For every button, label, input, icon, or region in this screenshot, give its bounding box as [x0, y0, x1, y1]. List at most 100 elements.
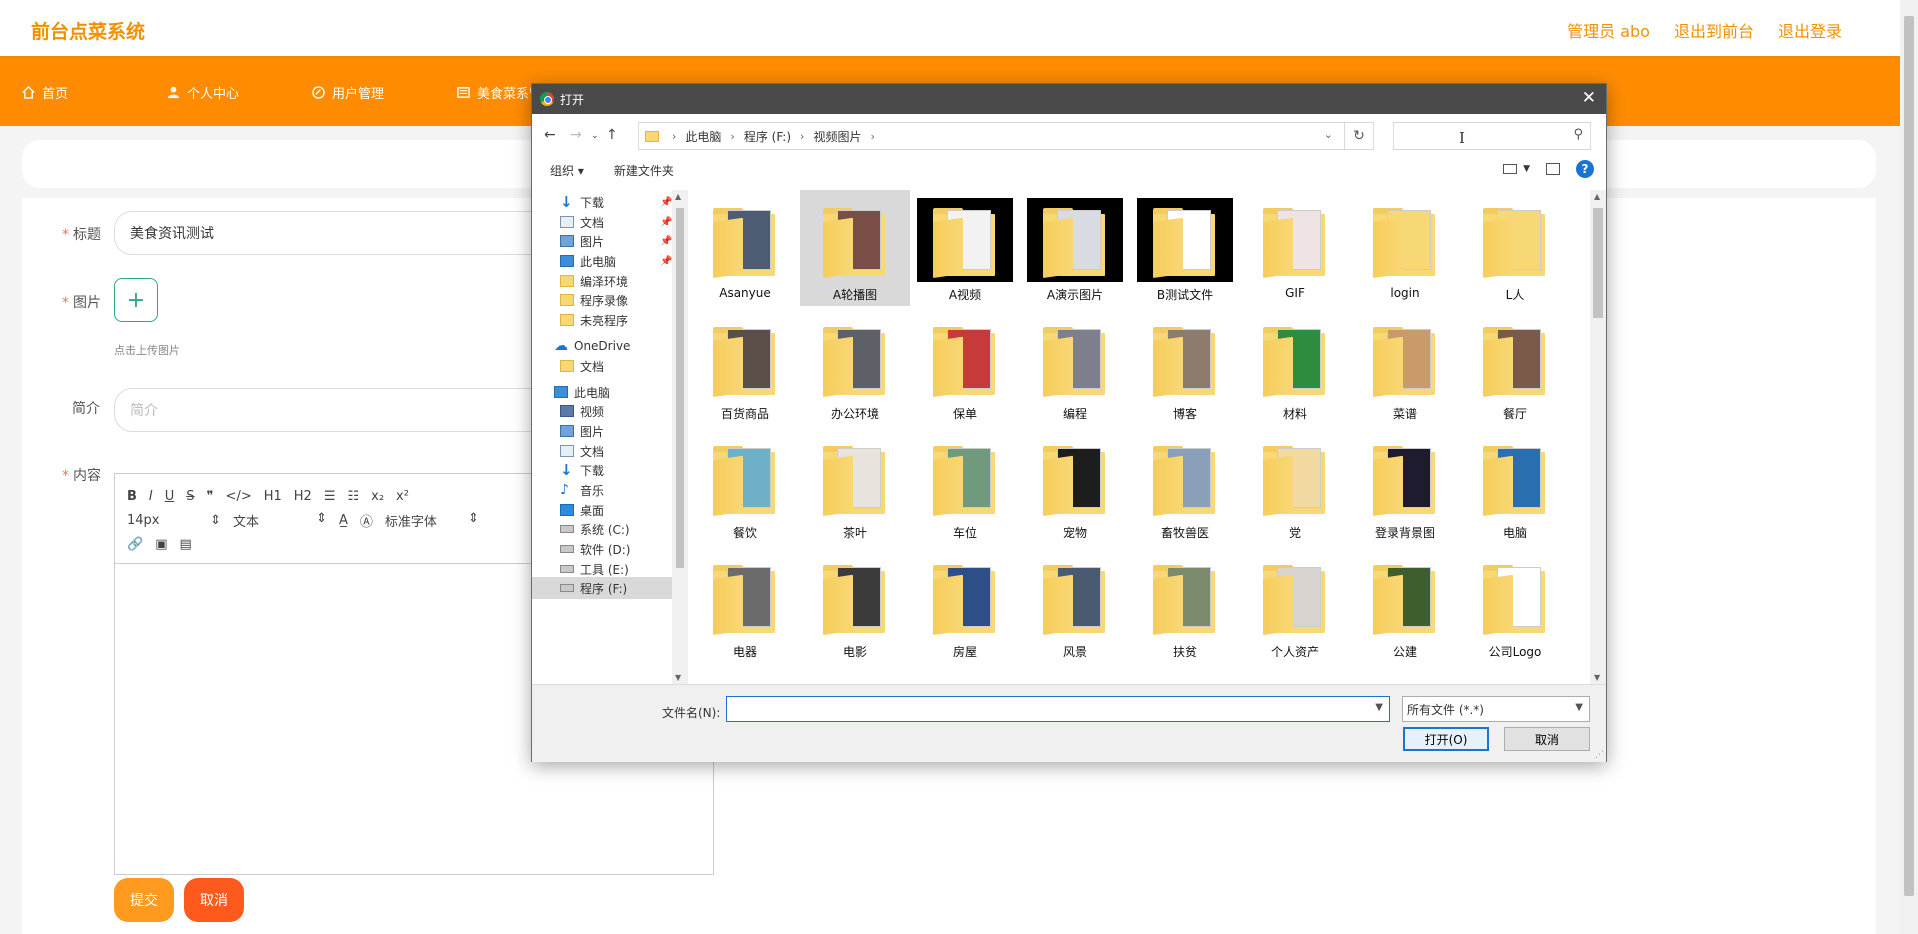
nav-tree-item[interactable]: 图片 📌 — [532, 230, 672, 252]
font-color-icon[interactable]: A̲ — [339, 513, 348, 528]
text-style-select[interactable]: 文本 ⇕ — [233, 511, 327, 530]
page-scroll-thumb[interactable] — [1904, 16, 1914, 896]
folder-item[interactable]: 博客 — [1130, 309, 1240, 425]
folder-item[interactable]: A演示图片 — [1020, 190, 1130, 306]
organize-menu[interactable]: 组织 ▾ — [550, 162, 584, 179]
preview-pane-icon[interactable] — [1546, 163, 1560, 175]
folder-item[interactable]: Asanyue — [690, 190, 800, 306]
address-dropdown-icon[interactable]: ⌄ — [1324, 128, 1333, 141]
link-icon[interactable]: 🔗 — [127, 537, 143, 552]
h2-icon[interactable]: H2 — [294, 489, 312, 504]
nav-tree-item[interactable]: 图片 — [532, 420, 672, 442]
help-icon[interactable]: ? — [1576, 160, 1594, 178]
chevron-down-icon[interactable]: ▼ — [1375, 702, 1383, 713]
view-mode-button[interactable]: ▼ — [1503, 164, 1530, 174]
nav-item-home[interactable]: 首页 — [22, 83, 167, 102]
folder-item[interactable]: 车位 — [910, 428, 1020, 544]
exit-to-front-link[interactable]: 退出到前台 — [1674, 18, 1754, 42]
folder-item[interactable]: 公建 — [1350, 547, 1460, 663]
folder-item[interactable]: 茶叶 — [800, 428, 910, 544]
nav-tree-item[interactable]: 程序 (F:) — [532, 577, 672, 599]
nav-tree-item[interactable]: 未亮程序 — [532, 309, 672, 331]
breadcrumb-this-pc[interactable]: 此电脑 — [685, 128, 721, 145]
folder-item[interactable]: 登录背景图 — [1350, 428, 1460, 544]
video-icon[interactable]: ▤ — [179, 537, 191, 552]
breadcrumb-drive-f[interactable]: 程序 (F:) — [744, 128, 791, 145]
folder-item[interactable]: 风景 — [1020, 547, 1130, 663]
address-bar[interactable]: › 此电脑 › 程序 (F:) › 视频图片 › ⌄ — [638, 122, 1374, 150]
folder-item[interactable]: 扶贫 — [1130, 547, 1240, 663]
cancel-form-button[interactable]: 取消 — [184, 878, 244, 922]
folder-item[interactable]: A视频 — [910, 190, 1020, 306]
folder-item[interactable]: 百货商品 — [690, 309, 800, 425]
folder-item[interactable]: L人 — [1460, 190, 1570, 306]
strike-icon[interactable]: S — [186, 489, 194, 504]
folder-item[interactable]: 餐饮 — [690, 428, 800, 544]
folder-item[interactable]: login — [1350, 190, 1460, 306]
folder-item[interactable]: 个人资产 — [1240, 547, 1350, 663]
bullet-list-icon[interactable]: ☷ — [347, 489, 359, 504]
nav-scroll-thumb[interactable] — [676, 208, 684, 568]
recent-dropdown-icon[interactable]: ⌄ — [591, 131, 599, 141]
admin-user-link[interactable]: 管理员 abo — [1567, 18, 1650, 42]
folder-item[interactable]: 编程 — [1020, 309, 1130, 425]
upload-image-button[interactable]: + — [114, 278, 158, 322]
up-arrow-icon[interactable]: ↑ — [606, 127, 618, 143]
font-family-select[interactable]: 标准字体 ⇕ — [385, 511, 479, 530]
folder-item[interactable]: B测试文件 — [1130, 190, 1240, 306]
nav-item-users[interactable]: 用户管理 — [312, 83, 457, 102]
folder-item[interactable]: 畜牧兽医 — [1130, 428, 1240, 544]
folder-item[interactable]: 宠物 — [1020, 428, 1130, 544]
nav-tree-item[interactable]: ↓ 下载 📌 — [532, 191, 672, 213]
new-folder-button[interactable]: 新建文件夹 — [614, 162, 674, 179]
back-arrow-icon[interactable]: ← — [544, 127, 556, 143]
quote-icon[interactable]: ❞ — [207, 489, 214, 504]
grid-scroll-thumb[interactable] — [1593, 208, 1603, 318]
close-icon[interactable]: ✕ — [1582, 88, 1596, 108]
nav-tree-item[interactable]: 文档 — [532, 355, 672, 377]
nav-tree-item[interactable]: 系统 (C:) — [532, 518, 672, 540]
nav-item-profile[interactable]: 个人中心 — [167, 83, 312, 102]
folder-item[interactable]: 电脑 — [1460, 428, 1570, 544]
logout-link[interactable]: 退出登录 — [1778, 18, 1842, 42]
image-icon[interactable]: ▣ — [155, 537, 167, 552]
italic-icon[interactable]: I — [149, 489, 153, 504]
folder-item[interactable]: 电影 — [800, 547, 910, 663]
nav-tree-item[interactable]: 视频 — [532, 400, 672, 422]
ordered-list-icon[interactable]: ☰ — [324, 489, 336, 504]
search-input[interactable]: I ⚲ — [1393, 122, 1591, 150]
open-button[interactable]: 打开(O) — [1403, 727, 1489, 751]
scroll-down-arrow-icon[interactable]: ▼ — [1594, 673, 1600, 682]
nav-tree-item[interactable]: 软件 (D:) — [532, 538, 672, 560]
scroll-up-arrow-icon[interactable]: ▲ — [675, 192, 681, 201]
folder-item[interactable]: 房屋 — [910, 547, 1020, 663]
nav-tree-item[interactable]: ☁ OneDrive — [532, 335, 672, 357]
grid-scrollbar[interactable]: ▲ ▼ — [1590, 190, 1606, 684]
dialog-cancel-button[interactable]: 取消 — [1504, 727, 1590, 751]
folder-item[interactable]: 餐厅 — [1460, 309, 1570, 425]
folder-item[interactable]: 党 — [1240, 428, 1350, 544]
folder-item[interactable]: A轮播图 — [800, 190, 910, 306]
underline-icon[interactable]: U — [165, 489, 175, 504]
highlight-icon[interactable]: Ⓐ — [360, 511, 373, 530]
nav-tree-item[interactable]: ♪ 音乐 — [532, 479, 672, 501]
folder-item[interactable]: 保单 — [910, 309, 1020, 425]
submit-button[interactable]: 提交 — [114, 878, 174, 922]
filename-input[interactable]: ▼ — [726, 696, 1390, 722]
folder-item[interactable]: GIF — [1240, 190, 1350, 306]
h1-icon[interactable]: H1 — [264, 489, 282, 504]
code-icon[interactable]: </> — [226, 489, 252, 504]
folder-item[interactable]: 电器 — [690, 547, 800, 663]
folder-item[interactable]: 公司Logo — [1460, 547, 1570, 663]
bold-icon[interactable]: B — [127, 489, 137, 504]
nav-tree-item[interactable]: 此电脑 📌 — [532, 250, 672, 272]
scroll-up-arrow-icon[interactable]: ▲ — [1594, 192, 1600, 201]
nav-pane-scrollbar[interactable]: ▲ ▼ — [672, 190, 688, 684]
forward-arrow-icon[interactable]: → — [570, 127, 582, 143]
font-size-select[interactable]: 14px ⇕ — [127, 513, 221, 528]
scroll-down-arrow-icon[interactable]: ▼ — [675, 673, 681, 682]
nav-tree-item[interactable]: ↓ 下载 — [532, 459, 672, 481]
breadcrumb-video-pictures[interactable]: 视频图片 — [813, 128, 861, 145]
folder-item[interactable]: 办公环境 — [800, 309, 910, 425]
refresh-button[interactable]: ↻ — [1344, 122, 1374, 150]
